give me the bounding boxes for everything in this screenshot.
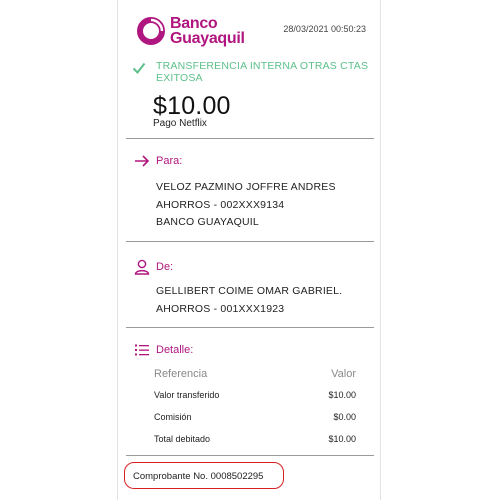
sender-account: AHORROS - 001XXX1923 [156, 302, 285, 315]
table-row: Comisión $0.00 [154, 412, 356, 434]
row-label: Comisión [154, 412, 192, 422]
user-icon [134, 259, 150, 275]
detail-label: Detalle: [156, 344, 194, 356]
recipient-label: Para: [156, 155, 183, 167]
sender-name: GELLIBERT COIME OMAR GABRIEL. [156, 285, 343, 297]
divider [126, 455, 374, 456]
transfer-amount: $10.00 [153, 92, 231, 120]
reference-column-header: Referencia [154, 368, 208, 380]
check-icon [132, 62, 146, 75]
divider [126, 138, 374, 139]
transfer-receipt: Banco Guayaquil 28/03/2021 00:50:23 TRAN… [117, 0, 381, 500]
transaction-timestamp: 28/03/2021 00:50:23 [283, 24, 366, 34]
row-value: $10.00 [328, 434, 356, 444]
divider [126, 327, 374, 328]
brand-line-2: Guayaquil [170, 30, 245, 47]
detail-table: Referencia Valor Valor transferido $10.0… [154, 368, 356, 456]
brand-line-1: Banco [170, 15, 218, 32]
sender-details: GELLIBERT COIME OMAR GABRIEL. AHORROS - … [156, 283, 342, 318]
sender-label: De: [156, 261, 174, 273]
status-message: TRANSFERENCIA INTERNA OTRAS CTAS EXITOSA [156, 60, 376, 84]
bank-logo-icon [137, 17, 165, 45]
transfer-concept: Pago Netflix [153, 118, 207, 129]
list-icon [135, 344, 149, 356]
divider [126, 241, 374, 242]
recipient-account: AHORROS - 002XXX9134 [156, 198, 285, 211]
table-row: Valor transferido $10.00 [154, 390, 356, 412]
status-line-1: TRANSFERENCIA INTERNA OTRAS CTAS [156, 60, 369, 72]
recipient-details: VELOZ PAZMINO JOFFRE ANDRES AHORROS - 00… [156, 179, 336, 232]
recipient-bank: BANCO GUAYAQUIL [156, 216, 259, 228]
value-column-header: Valor [331, 368, 356, 380]
status-line-2: EXITOSA [156, 72, 203, 84]
voucher-number: Comprobante No. 0008502295 [133, 471, 264, 482]
row-value: $10.00 [328, 390, 356, 400]
table-row: Total debitado $10.00 [154, 434, 356, 456]
recipient-name: VELOZ PAZMINO JOFFRE ANDRES [156, 181, 336, 193]
row-value: $0.00 [333, 412, 356, 422]
row-label: Valor transferido [154, 390, 220, 400]
detail-table-header: Referencia Valor [154, 368, 356, 390]
bank-logo-text: Banco Guayaquil [170, 15, 245, 47]
voucher-highlight: Comprobante No. 0008502295 [124, 462, 284, 489]
receipt-header: Banco Guayaquil 28/03/2021 00:50:23 [136, 14, 366, 54]
arrow-right-icon [135, 155, 150, 167]
row-label: Total debitado [154, 434, 211, 444]
